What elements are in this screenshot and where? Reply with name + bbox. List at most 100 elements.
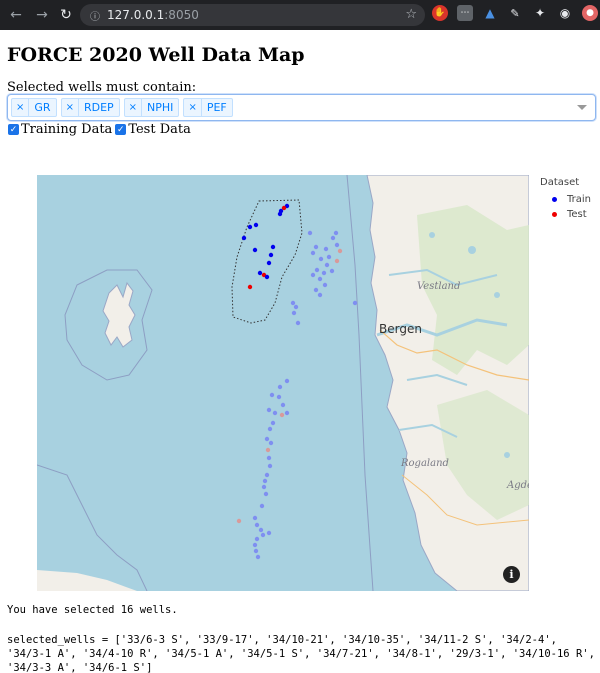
well-point-unselected[interactable] <box>254 536 260 542</box>
well-point-unselected[interactable] <box>284 410 290 416</box>
curve-multi-select[interactable]: × GR × RDEP × NPHI × PEF <box>7 94 596 121</box>
well-point-unselected[interactable] <box>269 392 275 398</box>
well-point-unselected[interactable] <box>272 410 278 416</box>
shield-extension-icon[interactable]: ▲ <box>482 5 498 21</box>
training-data-label[interactable]: Training Data <box>21 122 112 137</box>
well-point-unselected[interactable] <box>262 478 268 484</box>
well-point-unselected[interactable] <box>258 527 264 533</box>
legend-label-test: Test <box>567 209 587 220</box>
well-point-unselected[interactable] <box>259 503 265 509</box>
well-point-unselected[interactable] <box>252 515 258 521</box>
well-point-unselected[interactable] <box>268 440 274 446</box>
stop-extension-icon[interactable]: ✋ <box>432 5 448 21</box>
well-point-unselected[interactable] <box>261 484 267 490</box>
info-circle-icon[interactable]: ⓘ <box>90 8 100 23</box>
legend-item-test[interactable]: Test <box>540 207 591 222</box>
well-point-test[interactable] <box>247 284 253 290</box>
well-point-unselected[interactable] <box>277 384 283 390</box>
well-point-test-unselected[interactable] <box>265 447 271 453</box>
well-point-train[interactable] <box>277 211 283 217</box>
well-point-unselected[interactable] <box>313 244 319 250</box>
chip-label: PEF <box>206 101 227 114</box>
well-point-unselected[interactable] <box>260 532 266 538</box>
extension-icon[interactable]: ⋯ <box>457 5 473 21</box>
well-point-unselected[interactable] <box>276 394 282 400</box>
map-label-bergen: Bergen <box>379 322 422 336</box>
close-icon[interactable]: × <box>184 99 202 116</box>
address-bar[interactable]: ⓘ 127.0.0.1:8050 ☆ <box>80 4 425 26</box>
legend-item-train[interactable]: Train <box>540 192 591 207</box>
well-point-unselected[interactable] <box>253 548 259 554</box>
well-point-train[interactable] <box>241 235 247 241</box>
pen-extension-icon[interactable]: ✎ <box>507 5 523 21</box>
well-point-unselected[interactable] <box>330 235 336 241</box>
well-point-train[interactable] <box>253 222 259 228</box>
close-icon[interactable]: × <box>12 99 30 116</box>
reload-icon[interactable]: ↻ <box>55 4 77 26</box>
well-map[interactable]: Vestland Bergen Rogaland Agde <box>37 175 529 591</box>
well-point-unselected[interactable] <box>317 292 323 298</box>
well-point-unselected[interactable] <box>314 267 320 273</box>
well-point-unselected[interactable] <box>267 426 273 432</box>
training-data-checkbox[interactable]: ✓ <box>8 124 19 135</box>
close-icon[interactable]: × <box>125 99 143 116</box>
star-icon[interactable]: ☆ <box>405 7 417 22</box>
well-point-unselected[interactable] <box>326 254 332 260</box>
well-point-test-unselected[interactable] <box>334 258 340 264</box>
map-attribution-info-icon[interactable]: i <box>503 566 520 583</box>
well-point-train[interactable] <box>264 274 270 280</box>
well-point-unselected[interactable] <box>310 250 316 256</box>
well-point-unselected[interactable] <box>323 246 329 252</box>
well-point-test-unselected[interactable] <box>279 412 285 418</box>
well-point-unselected[interactable] <box>334 242 340 248</box>
profile-avatar[interactable]: ● <box>582 5 598 21</box>
test-data-checkbox[interactable]: ✓ <box>115 124 127 135</box>
well-point-unselected[interactable] <box>324 262 330 268</box>
well-point-test-unselected[interactable] <box>337 248 343 254</box>
well-point-unselected[interactable] <box>310 272 316 278</box>
well-point-test-unselected[interactable] <box>236 518 242 524</box>
well-point-unselected[interactable] <box>317 276 323 282</box>
well-point-unselected[interactable] <box>280 402 286 408</box>
test-data-label[interactable]: Test Data <box>128 122 191 137</box>
well-point-unselected[interactable] <box>284 378 290 384</box>
map-canvas[interactable] <box>37 175 529 591</box>
puzzle-icon[interactable]: ✦ <box>532 5 548 21</box>
spy-extension-icon[interactable]: ◉ <box>557 5 573 21</box>
well-point-unselected[interactable] <box>333 230 339 236</box>
well-point-train[interactable] <box>252 247 258 253</box>
well-point-unselected[interactable] <box>329 268 335 274</box>
well-point-unselected[interactable] <box>266 455 272 461</box>
well-point-unselected[interactable] <box>263 491 269 497</box>
well-point-unselected[interactable] <box>321 270 327 276</box>
chip-nphi: × NPHI <box>123 98 180 117</box>
well-point-unselected[interactable] <box>254 522 260 528</box>
well-point-unselected[interactable] <box>352 300 358 306</box>
well-point-unselected[interactable] <box>295 320 301 326</box>
well-point-unselected[interactable] <box>293 304 299 310</box>
well-point-train[interactable] <box>268 252 274 258</box>
well-point-unselected[interactable] <box>270 420 276 426</box>
well-point-unselected[interactable] <box>264 436 270 442</box>
chevron-down-icon[interactable] <box>577 105 587 110</box>
well-point-unselected[interactable] <box>266 407 272 413</box>
well-point-unselected[interactable] <box>266 530 272 536</box>
well-point-unselected[interactable] <box>252 542 258 548</box>
well-point-unselected[interactable] <box>322 282 328 288</box>
close-icon[interactable]: × <box>62 99 79 116</box>
well-point-unselected[interactable] <box>307 230 313 236</box>
well-point-unselected[interactable] <box>290 300 296 306</box>
well-point-unselected[interactable] <box>255 554 261 560</box>
arrow-left-icon[interactable]: ← <box>5 4 27 26</box>
well-point-unselected[interactable] <box>291 310 297 316</box>
well-point-unselected[interactable] <box>318 256 324 262</box>
lake <box>429 232 435 238</box>
well-point-unselected[interactable] <box>264 472 270 478</box>
well-point-train[interactable] <box>270 244 276 250</box>
well-point-train[interactable] <box>247 224 253 230</box>
arrow-right-icon[interactable]: → <box>31 4 53 26</box>
well-point-unselected[interactable] <box>267 463 273 469</box>
well-point-train[interactable] <box>257 270 263 276</box>
well-point-train[interactable] <box>266 260 272 266</box>
well-point-unselected[interactable] <box>313 287 319 293</box>
